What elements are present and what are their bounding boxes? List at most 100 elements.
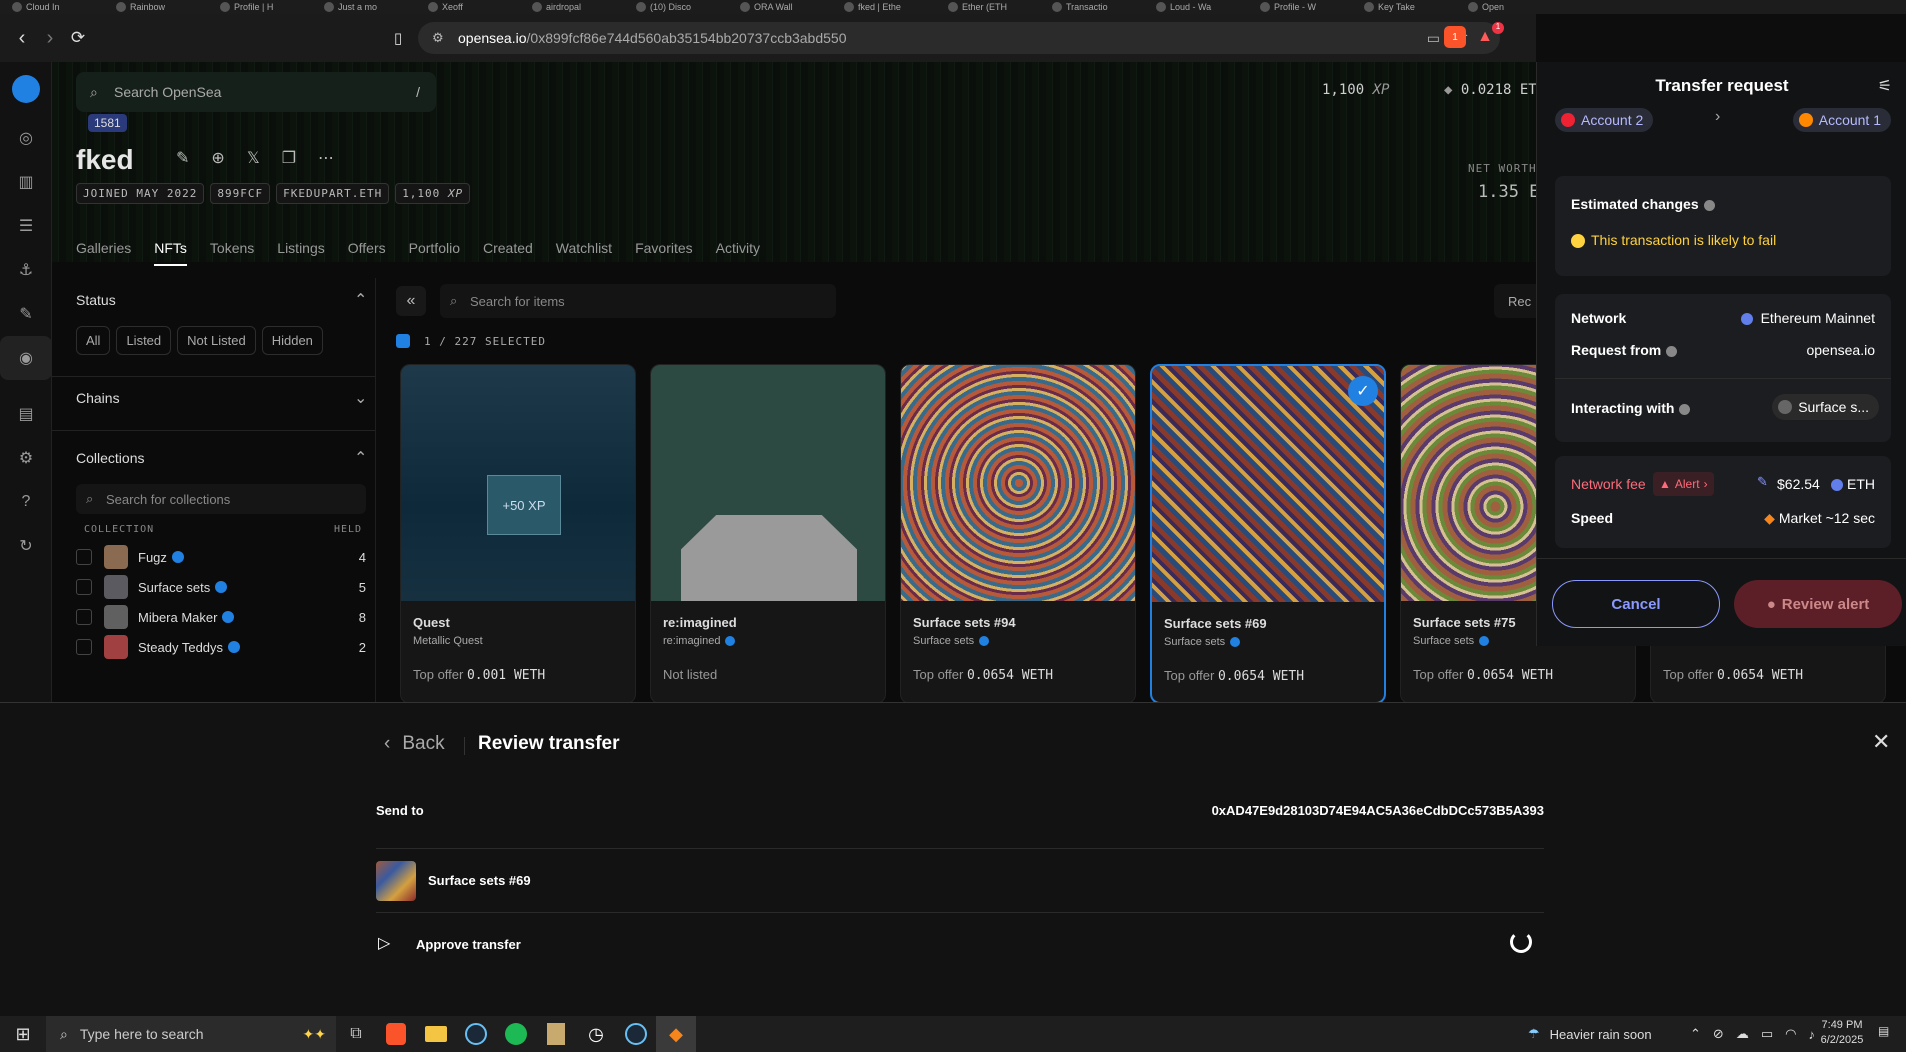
browser-tab[interactable]: Cloud In — [0, 0, 104, 14]
collection-row[interactable]: Fugz 4 — [76, 542, 366, 572]
chip-not-listed[interactable]: Not Listed — [177, 326, 256, 355]
selected-check-icon[interactable]: ✓ — [1348, 376, 1378, 406]
anchor-icon[interactable]: ⚓ — [0, 248, 52, 292]
brave-shield-icon[interactable]: 1 — [1444, 26, 1466, 48]
browser-tab[interactable]: airdropal — [520, 0, 624, 14]
address-pill[interactable]: 899FCF — [210, 183, 271, 204]
cloud-icon[interactable]: ☁ — [1736, 1026, 1749, 1042]
tab-created[interactable]: Created — [483, 240, 533, 266]
chevron-up-icon[interactable]: ⌃ — [1690, 1026, 1701, 1042]
info-icon[interactable] — [1703, 199, 1715, 211]
globe-icon[interactable]: ⊕ — [211, 148, 224, 168]
alert-badge[interactable]: ▲ Alert › — [1653, 472, 1714, 496]
forward-arrow-icon[interactable]: › — [36, 24, 64, 52]
close-icon[interactable]: ✕ — [1872, 729, 1890, 755]
items-search[interactable]: ⌕ Search for items — [440, 284, 836, 318]
nft-card[interactable]: re:imagined re:imagined Not listed — [650, 364, 886, 702]
edit-fee-icon[interactable]: ✎ — [1757, 474, 1768, 490]
sync-icon[interactable]: ↻ — [0, 524, 52, 568]
browser-tab[interactable]: Xeoff — [416, 0, 520, 14]
tab-listings[interactable]: Listings — [277, 240, 324, 266]
notifications-icon[interactable]: ▤ — [1878, 1024, 1889, 1038]
collections-header[interactable]: Collections — [76, 450, 144, 466]
info-icon[interactable] — [1679, 403, 1691, 415]
collection-checkbox[interactable] — [76, 639, 92, 655]
windows-start-icon[interactable]: ⊞ — [0, 1016, 46, 1052]
taskbar-search[interactable]: ⌕ Type here to search ✦✦ — [46, 1016, 336, 1052]
chip-hidden[interactable]: Hidden — [261, 326, 323, 355]
nft-card[interactable]: Surface sets #94 Surface sets Top offer 0.… — [900, 364, 1136, 702]
from-account[interactable]: Account 2 — [1555, 108, 1654, 132]
tab-portfolio[interactable]: Portfolio — [409, 240, 460, 266]
copy-icon[interactable]: ❐ — [282, 148, 296, 168]
battery-icon[interactable]: ▭ — [1761, 1026, 1773, 1042]
collection-row[interactable]: Steady Teddys 2 — [76, 632, 366, 662]
select-all-checkbox[interactable] — [396, 334, 410, 348]
browser-tab[interactable]: Loud - Wa — [1144, 0, 1248, 14]
tab-watchlist[interactable]: Watchlist — [556, 240, 612, 266]
support-icon[interactable]: ? — [0, 480, 52, 524]
chevron-down-icon[interactable]: ⌄ — [354, 388, 367, 408]
create-icon[interactable]: ✎ — [0, 292, 52, 336]
steam-alt-icon[interactable] — [616, 1016, 656, 1052]
brave-taskbar-icon[interactable] — [376, 1016, 416, 1052]
opensea-logo-icon[interactable] — [0, 62, 52, 116]
settings-sliders-icon[interactable]: ⚟ — [1878, 76, 1892, 96]
steam-icon[interactable] — [456, 1016, 496, 1052]
reload-icon[interactable]: ⟳ — [64, 24, 92, 52]
network-off-icon[interactable]: ⊘ — [1713, 1026, 1724, 1042]
opensea-search[interactable]: ⌕ Search OpenSea / — [76, 72, 436, 112]
clock[interactable]: 7:49 PM 6/2/2025 — [1812, 1018, 1872, 1048]
address-bar[interactable]: ⚙ opensea.io/0x899fcf86e744d560ab35154bb… — [418, 22, 1500, 54]
send-to-address[interactable]: 0xAD47E9d28103D74E94AC5A36eCdbDCc573B5A3… — [1212, 803, 1544, 818]
stats-icon[interactable]: ▥ — [0, 160, 52, 204]
xp-display[interactable]: 1,100 XP — [1322, 82, 1389, 98]
list-icon[interactable]: ☰ — [0, 204, 52, 248]
cancel-button[interactable]: Cancel — [1552, 580, 1720, 628]
chevron-up-icon[interactable]: ⌃ — [354, 448, 367, 468]
file-explorer-icon[interactable] — [416, 1016, 456, 1052]
clock-app-icon[interactable]: ◷ — [576, 1016, 616, 1052]
collection-checkbox[interactable] — [76, 549, 92, 565]
browser-tab[interactable]: Rainbow — [104, 0, 208, 14]
to-account[interactable]: Account 1 — [1792, 108, 1891, 132]
more-icon[interactable]: ⋯ — [318, 148, 334, 168]
nft-card[interactable]: ✓ Surface sets #69 Surface sets Top offer 0… — [1150, 364, 1386, 702]
browser-tab[interactable]: Profile | H — [208, 0, 312, 14]
cast-icon[interactable]: ▭ — [1427, 30, 1440, 47]
tab-tokens[interactable]: Tokens — [210, 240, 254, 266]
browser-tab[interactable]: ORA Wall — [728, 0, 832, 14]
browser-tab[interactable]: fked | Ethe — [832, 0, 936, 14]
settings-icon[interactable]: ⚙ — [0, 436, 52, 480]
browser-tab[interactable]: Open — [1456, 0, 1560, 14]
task-view-icon[interactable]: ⧉ — [336, 1016, 376, 1052]
chevron-up-icon[interactable]: ⌃ — [354, 290, 367, 310]
chip-listed[interactable]: Listed — [116, 326, 172, 355]
docs-icon[interactable]: ▤ — [0, 392, 52, 436]
contract-pill[interactable]: Surface s... — [1772, 394, 1879, 420]
spotify-icon[interactable] — [496, 1016, 536, 1052]
collection-checkbox[interactable] — [76, 579, 92, 595]
browser-tab[interactable]: Just a mo — [312, 0, 416, 14]
tab-offers[interactable]: Offers — [348, 240, 386, 266]
wifi-icon[interactable]: ◠ — [1785, 1026, 1796, 1042]
tab-nfts[interactable]: NFTs — [154, 240, 187, 266]
nft-card[interactable]: +50 XP Quest Metallic Quest Top offer 0.001… — [400, 364, 636, 702]
collapse-filters-icon[interactable]: « — [396, 286, 426, 316]
back-button[interactable]: ‹ Back — [384, 733, 445, 755]
browser-tab[interactable]: Profile - W — [1248, 0, 1352, 14]
review-alert-button[interactable]: ● Review alert — [1734, 580, 1902, 628]
collection-row[interactable]: Mibera Maker 8 — [76, 602, 366, 632]
weather-widget[interactable]: ☂ Heavier rain soon — [1528, 1016, 1652, 1052]
speed-value[interactable]: ◆ Market ~12 sec — [1764, 510, 1875, 527]
profile-icon[interactable]: ◉ — [0, 336, 52, 380]
x-twitter-icon[interactable]: 𝕏 — [247, 148, 260, 168]
metamask-taskbar-icon[interactable]: ◆ — [656, 1016, 696, 1052]
edit-icon[interactable]: ✎ — [176, 148, 189, 168]
browser-tab[interactable]: (10) Disco — [624, 0, 728, 14]
browser-tab[interactable]: Ether (ETH — [936, 0, 1040, 14]
chains-header[interactable]: Chains — [76, 390, 120, 406]
browser-tab[interactable]: Transactio — [1040, 0, 1144, 14]
collection-row[interactable]: Surface sets 5 — [76, 572, 366, 602]
back-arrow-icon[interactable]: ‹ — [8, 24, 36, 52]
